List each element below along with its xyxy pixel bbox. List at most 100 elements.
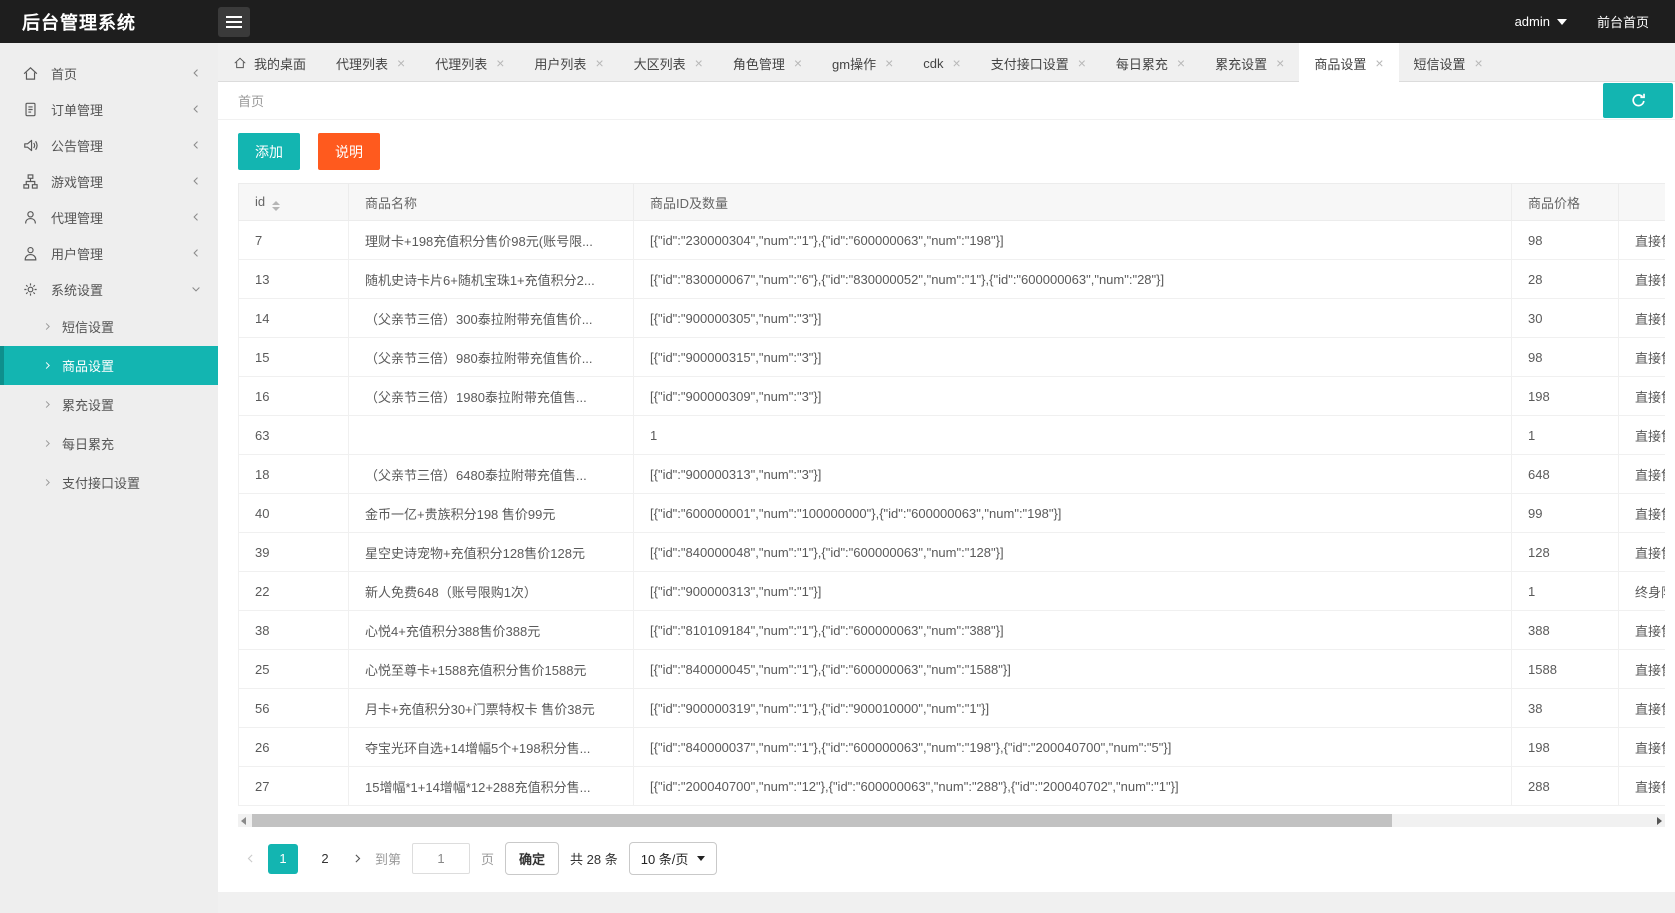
page-size-select[interactable]: 10 条/页	[629, 842, 718, 875]
table-row[interactable]: 27 15增幅*1+14增幅*12+288充值积分售... [{"id":"20…	[239, 767, 1666, 806]
close-icon[interactable]: ×	[1475, 56, 1483, 70]
add-button[interactable]: 添加	[238, 133, 300, 170]
sidebar-toggle-button[interactable]	[218, 7, 250, 37]
tab[interactable]: 大区列表 ×	[619, 43, 718, 83]
table-row[interactable]: 7 理财卡+198充值积分售价98元(账号限... [{"id":"230000…	[239, 221, 1666, 260]
sidebar-item[interactable]: 公告管理	[0, 127, 218, 163]
table-row[interactable]: 22 新人免费648（账号限购1次） [{"id":"900000313","n…	[239, 572, 1666, 611]
frontend-home-link[interactable]: 前台首页	[1597, 12, 1649, 31]
close-icon[interactable]: ×	[953, 56, 961, 70]
chevron-icon	[190, 283, 202, 295]
scrollbar-thumb[interactable]	[252, 814, 1392, 827]
chevron-icon	[190, 175, 202, 187]
sidebar-subitem-label: 累充设置	[62, 395, 114, 414]
tab-label: 角色管理	[733, 54, 785, 73]
sidebar-subitem[interactable]: 累充设置	[0, 385, 218, 424]
tab[interactable]: 我的桌面	[218, 43, 321, 83]
goto-page-input[interactable]	[412, 843, 470, 874]
cell-items: [{"id":"230000304","num":"1"},{"id":"600…	[634, 221, 1512, 260]
cell-name: 随机史诗卡片6+随机宝珠1+充值积分2...	[349, 260, 634, 299]
cell-price: 28	[1512, 260, 1619, 299]
scroll-left-icon[interactable]	[241, 817, 246, 825]
close-icon[interactable]: ×	[496, 56, 504, 70]
sidebar-item[interactable]: 游戏管理	[0, 163, 218, 199]
table-row[interactable]: 13 随机史诗卡片6+随机宝珠1+充值积分2... [{"id":"830000…	[239, 260, 1666, 299]
info-button[interactable]: 说明	[318, 133, 380, 170]
tab[interactable]: cdk ×	[908, 43, 975, 83]
table-row[interactable]: 14 （父亲节三倍）300泰拉附带充值售价... [{"id":"9000003…	[239, 299, 1666, 338]
cell-id: 22	[239, 572, 349, 611]
page-number-button[interactable]: 2	[310, 844, 340, 874]
table-row[interactable]: 56 月卡+充值积分30+门票特权卡 售价38元 [{"id":"9000003…	[239, 689, 1666, 728]
table-row[interactable]: 39 星空史诗宠物+充值积分128售价128元 [{"id":"84000004…	[239, 533, 1666, 572]
close-icon[interactable]: ×	[1177, 56, 1185, 70]
cell-id: 7	[239, 221, 349, 260]
scroll-right-icon[interactable]	[1657, 817, 1662, 825]
home-icon	[22, 65, 39, 82]
tab-label: 代理列表	[336, 54, 388, 73]
close-icon[interactable]: ×	[695, 56, 703, 70]
tab[interactable]: 累充设置 ×	[1200, 43, 1299, 83]
table-row[interactable]: 26 夺宝光环自选+14增幅5个+198积分售... [{"id":"84000…	[239, 728, 1666, 767]
cell-id: 25	[239, 650, 349, 689]
close-icon[interactable]: ×	[1276, 56, 1284, 70]
sidebar-item-label: 订单管理	[51, 100, 103, 119]
table-row[interactable]: 18 （父亲节三倍）6480泰拉附带充值售... [{"id":"9000003…	[239, 455, 1666, 494]
close-icon[interactable]: ×	[1078, 56, 1086, 70]
refresh-button[interactable]	[1603, 83, 1673, 118]
tab[interactable]: 代理列表 ×	[420, 43, 519, 83]
tab[interactable]: 每日累充 ×	[1101, 43, 1200, 83]
tab[interactable]: 支付接口设置 ×	[976, 43, 1101, 83]
tab[interactable]: 代理列表 ×	[321, 43, 420, 83]
cell-name: （父亲节三倍）1980泰拉附带充值售...	[349, 377, 634, 416]
tab[interactable]: 角色管理 ×	[718, 43, 817, 83]
column-header-id[interactable]: id	[239, 184, 349, 221]
tab[interactable]: 用户列表 ×	[519, 43, 618, 83]
table-row[interactable]: 40 金币一亿+贵族积分198 售价99元 [{"id":"600000001"…	[239, 494, 1666, 533]
tab[interactable]: gm操作 ×	[817, 43, 908, 83]
sidebar-item[interactable]: 订单管理	[0, 91, 218, 127]
sidebar-item[interactable]: 系统设置	[0, 271, 218, 307]
sidebar-subitem[interactable]: 每日累充	[0, 424, 218, 463]
table-row[interactable]: 63 1 1 直接售卖	[239, 416, 1666, 455]
breadcrumb-item-home[interactable]: 首页	[238, 91, 264, 110]
sidebar-subitem[interactable]: 商品设置	[0, 346, 218, 385]
sidebar-item[interactable]: 首页	[0, 55, 218, 91]
prev-page-icon[interactable]	[244, 852, 257, 865]
cell-mode: 直接售卖	[1619, 260, 1666, 299]
table-row[interactable]: 15 （父亲节三倍）980泰拉附带充值售价... [{"id":"9000003…	[239, 338, 1666, 377]
sidebar-item[interactable]: 代理管理	[0, 199, 218, 235]
close-icon[interactable]: ×	[595, 56, 603, 70]
sidebar: 首页 订单管理 公告管理 游戏管理 代理管理 用户管理 系统设置 短信设置 商品…	[0, 43, 218, 913]
page-numbers: 12	[268, 844, 340, 874]
cell-price: 288	[1512, 767, 1619, 806]
cell-mode: 直接售卖	[1619, 455, 1666, 494]
table-row[interactable]: 25 心悦至尊卡+1588充值积分售价1588元 [{"id":"8400000…	[239, 650, 1666, 689]
sidebar-subitem[interactable]: 支付接口设置	[0, 463, 218, 502]
sort-icon[interactable]	[272, 201, 280, 211]
horizontal-scrollbar[interactable]	[238, 814, 1665, 827]
goto-label: 到第	[375, 849, 401, 868]
total-count: 共 28 条	[570, 849, 618, 868]
tab[interactable]: 商品设置 ×	[1299, 43, 1398, 83]
cell-items: [{"id":"830000067","num":"6"},{"id":"830…	[634, 260, 1512, 299]
cell-mode: 直接售卖	[1619, 689, 1666, 728]
tab[interactable]: 短信设置 ×	[1399, 43, 1498, 83]
sidebar-item-label: 游戏管理	[51, 172, 103, 191]
admin-dropdown[interactable]: admin	[1515, 14, 1567, 29]
cell-mode: 直接售卖	[1619, 650, 1666, 689]
breadcrumb: 首页	[218, 82, 1675, 120]
close-icon[interactable]: ×	[1375, 56, 1383, 70]
table-row[interactable]: 16 （父亲节三倍）1980泰拉附带充值售... [{"id":"9000003…	[239, 377, 1666, 416]
cell-name: 心悦4+充值积分388售价388元	[349, 611, 634, 650]
close-icon[interactable]: ×	[397, 56, 405, 70]
next-page-icon[interactable]	[351, 852, 364, 865]
page-number-button[interactable]: 1	[268, 844, 298, 874]
admin-username: admin	[1515, 14, 1550, 29]
table-row[interactable]: 38 心悦4+充值积分388售价388元 [{"id":"810109184",…	[239, 611, 1666, 650]
confirm-button[interactable]: 确定	[505, 842, 559, 875]
sidebar-item[interactable]: 用户管理	[0, 235, 218, 271]
close-icon[interactable]: ×	[794, 56, 802, 70]
close-icon[interactable]: ×	[885, 56, 893, 70]
sidebar-subitem[interactable]: 短信设置	[0, 307, 218, 346]
